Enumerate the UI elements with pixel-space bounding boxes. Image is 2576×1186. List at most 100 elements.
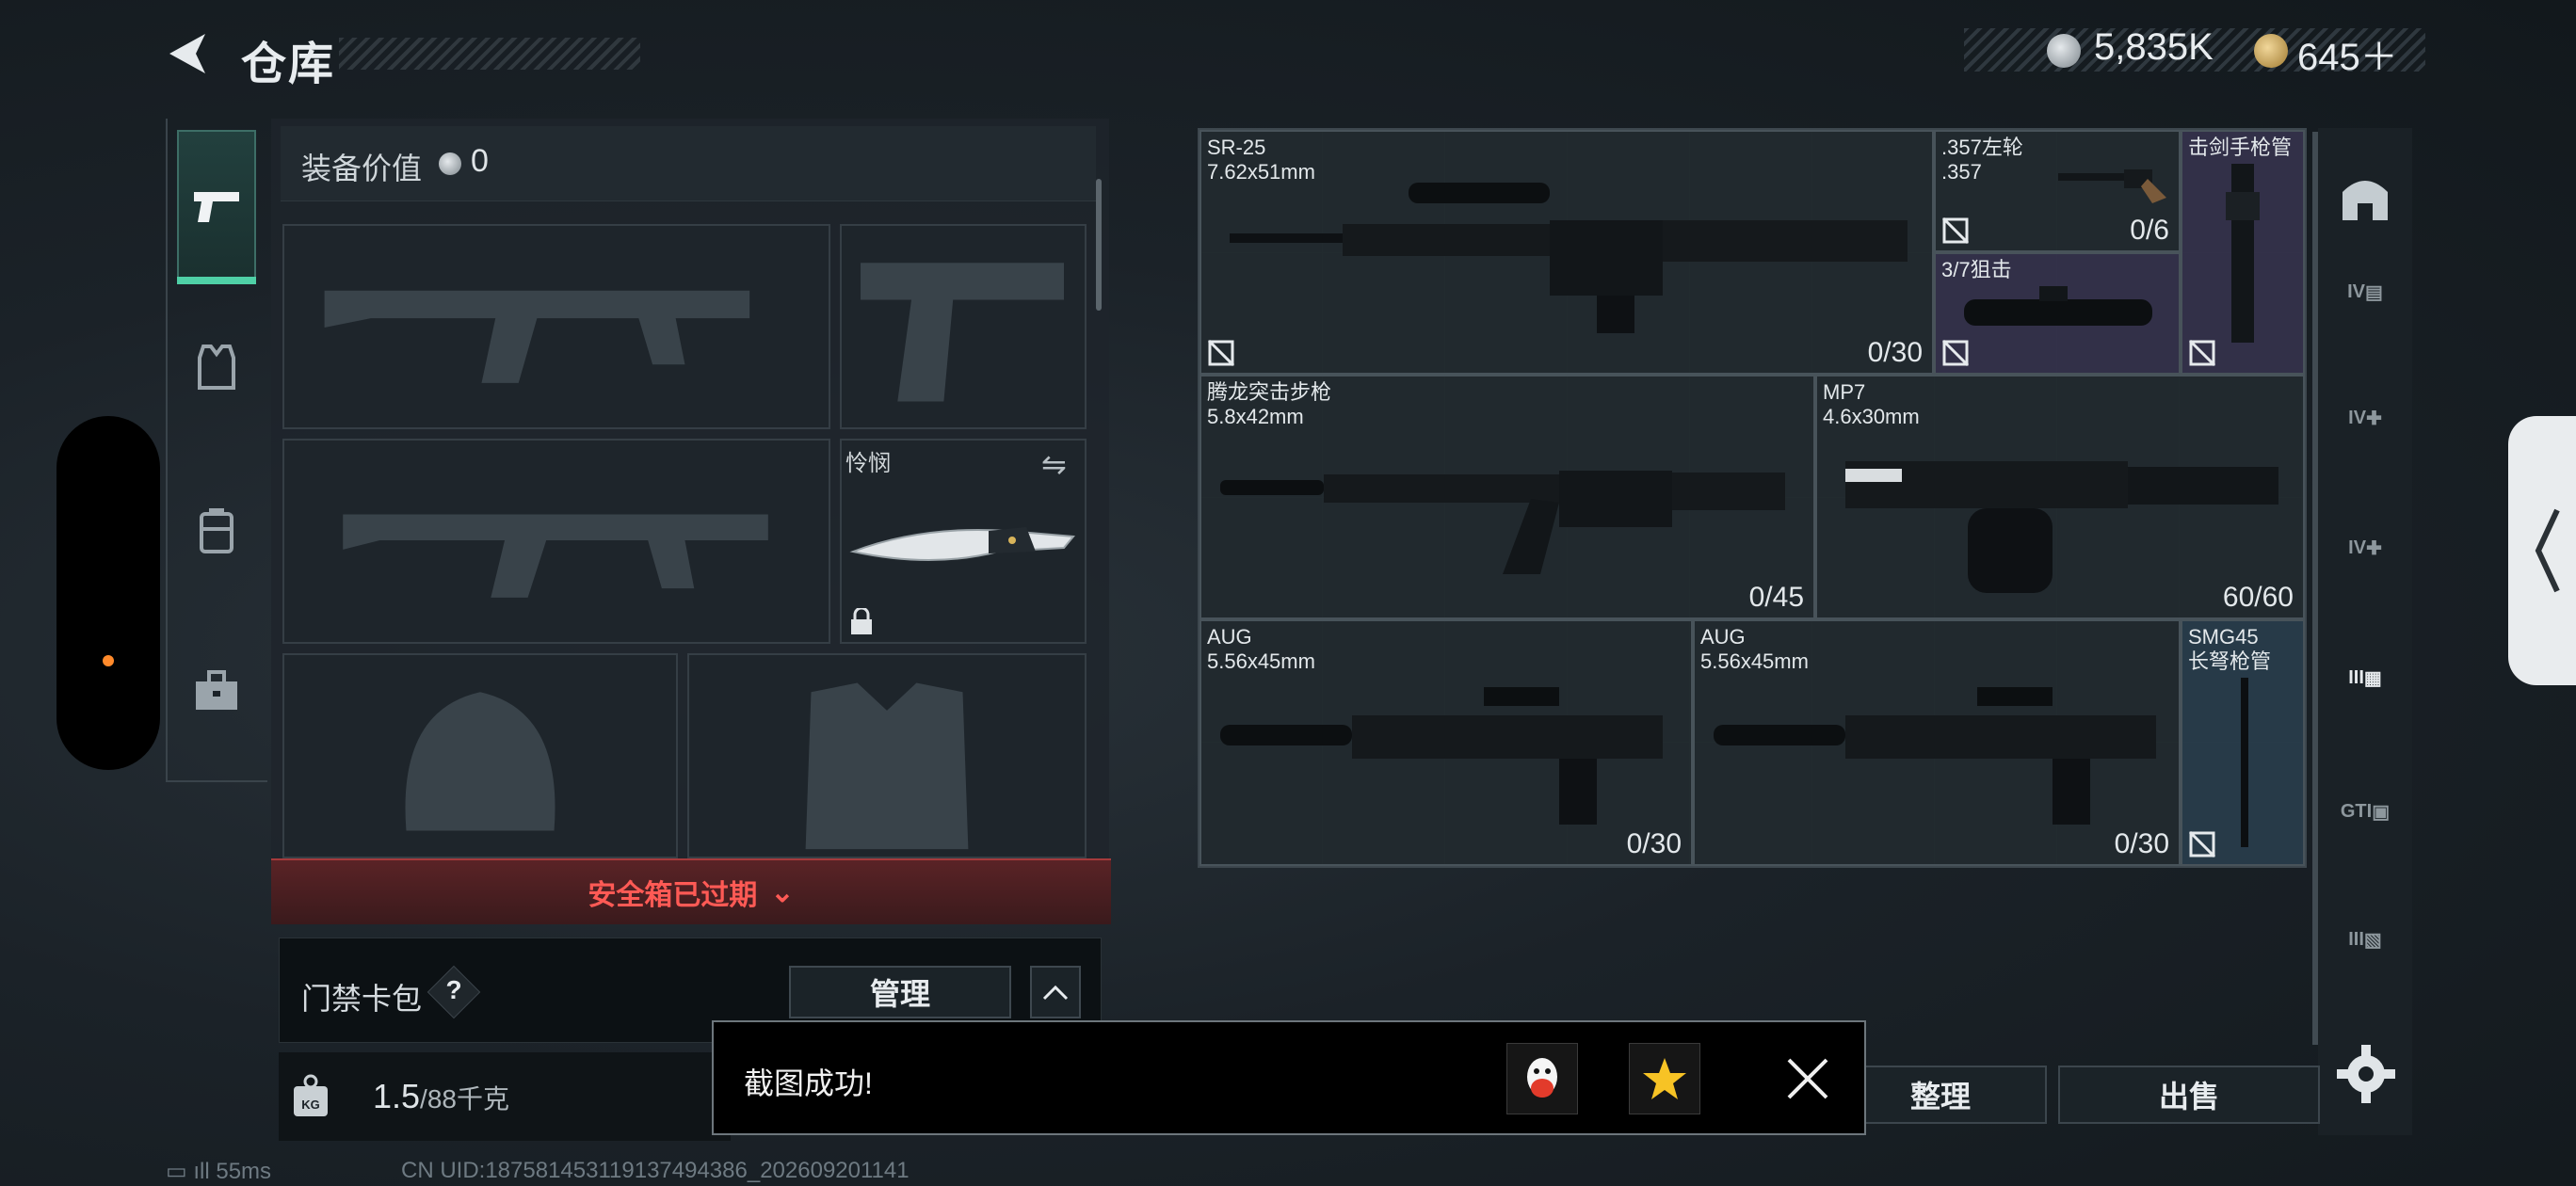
item-name: .357左轮 — [1941, 136, 2023, 159]
knife-icon — [849, 527, 1075, 561]
rifle-placeholder-icon — [324, 290, 750, 383]
share-qzone-button[interactable] — [1629, 1043, 1700, 1114]
side-drawer-tab[interactable] — [2508, 416, 2576, 685]
barrel-icon — [2226, 164, 2260, 343]
no-insure-icon — [1941, 339, 1970, 367]
silver-currency-value[interactable]: 5,835K — [2094, 26, 2214, 69]
chevron-down-icon: ⌄ — [770, 876, 795, 908]
stash-item-pistol-barrel[interactable]: 击剑手枪管 — [2181, 130, 2305, 375]
item-ammo: 0/30 — [1867, 337, 1923, 368]
item-name: AUG — [1700, 625, 1746, 649]
weight-max: /88千克 — [420, 1084, 509, 1114]
stash-item-tenglong[interactable]: 腾龙突击步枪 5.8x42mm 0/45 — [1199, 375, 1815, 619]
category-label: IV — [2348, 407, 2367, 428]
no-insure-icon — [2188, 339, 2216, 367]
stash-category-3[interactable]: IV ✚ — [2331, 514, 2399, 582]
no-insure-icon — [2188, 830, 2216, 858]
weight-icon: KG — [294, 1074, 328, 1116]
rifle-placeholder-icon — [343, 514, 768, 598]
armor-placeholder-icon — [805, 682, 969, 850]
settings-gear-icon[interactable] — [2335, 1043, 2397, 1105]
armor-slot[interactable] — [687, 653, 1087, 858]
vest-icon — [198, 345, 235, 390]
stash-category-all[interactable] — [2331, 166, 2399, 233]
ping-value: 55ms — [216, 1159, 272, 1184]
sidearm-slot[interactable] — [840, 224, 1087, 429]
pistol-placeholder-icon — [861, 263, 1064, 402]
stash-item-smg45-barrel[interactable]: SMG45 长弩枪管 — [2181, 619, 2305, 866]
expand-button[interactable] — [1030, 966, 1081, 1018]
stash-category-4[interactable]: III ▦ — [2331, 644, 2399, 712]
stash-category-2[interactable]: IV ✚ — [2331, 384, 2399, 452]
nav-item-backpack[interactable] — [177, 491, 256, 570]
bullpup-rifle-icon — [1714, 687, 2156, 825]
item-ammo: 0/30 — [1626, 828, 1682, 859]
stash-item-scope[interactable]: 3/7狙击 — [1934, 252, 2181, 375]
stash-category-1[interactable]: IV ▤ — [2331, 258, 2399, 326]
melee-name: 怜悯 — [845, 451, 891, 476]
silver-coin-icon — [439, 152, 461, 175]
item-ammo: 0/30 — [2114, 828, 2169, 859]
weight-value: 1.5/88千克 — [373, 1077, 509, 1116]
item-caliber: 5.8x42mm — [1207, 405, 1304, 428]
ping-readout: ▭ ıll 55ms — [166, 1159, 272, 1184]
category-label: III — [2348, 928, 2364, 950]
item-name: MP7 — [1823, 380, 1866, 404]
item-caliber: 长弩枪管 — [2188, 649, 2272, 673]
helmet-slot[interactable] — [282, 653, 678, 858]
svg-text:KG: KG — [301, 1098, 320, 1112]
title-stripe — [339, 38, 640, 70]
loadout-scrollbar[interactable] — [1096, 179, 1102, 311]
pistol-icon — [194, 192, 239, 222]
backpack-icon — [200, 508, 233, 553]
revolver-icon — [2058, 169, 2166, 203]
toast-message: 截图成功! — [744, 1066, 873, 1100]
stash-item-aug-2[interactable]: AUG 5.56x45mm 0/30 — [1693, 619, 2181, 866]
share-qq-button[interactable] — [1506, 1043, 1578, 1114]
nav-active-indicator — [177, 277, 256, 284]
nav-item-gear[interactable] — [177, 328, 256, 407]
manage-button[interactable]: 管理 — [789, 966, 1011, 1018]
toolbox-icon — [196, 670, 237, 710]
scope-icon — [1964, 286, 2152, 326]
category-label: IV — [2347, 280, 2365, 302]
no-insure-icon — [1941, 216, 1970, 245]
stash-item-aug-1[interactable]: AUG 5.56x45mm 0/30 — [1199, 619, 1693, 866]
nav-item-toolbox[interactable] — [177, 651, 256, 730]
floating-side-pill[interactable] — [56, 416, 160, 770]
swap-icon[interactable]: ⇋ — [1041, 446, 1067, 482]
back-arrow-icon[interactable] — [162, 28, 213, 79]
gold-currency-value[interactable]: 645＋ — [2297, 26, 2398, 81]
weight-current: 1.5 — [373, 1077, 421, 1115]
barrel-icon — [2241, 678, 2248, 847]
item-ammo: 60/60 — [2222, 582, 2294, 613]
chevron-left-icon — [2535, 508, 2560, 593]
close-icon[interactable] — [1781, 1052, 1834, 1105]
category-label: III — [2348, 666, 2364, 688]
stash-category-6[interactable]: III ▧ — [2331, 906, 2399, 973]
safebox-expired-banner[interactable]: 安全箱已过期 ⌄ — [271, 858, 1111, 924]
silver-coin-icon — [2047, 34, 2081, 68]
help-icon: ? — [445, 975, 462, 1004]
secondary-weapon-slot[interactable] — [282, 439, 830, 644]
item-name: 击剑手枪管 — [2188, 136, 2293, 159]
assault-rifle-icon — [1220, 471, 1785, 574]
smg-icon — [1845, 461, 2278, 593]
bullpup-rifle-icon — [1220, 687, 1663, 825]
sniper-rifle-icon — [1230, 183, 1908, 333]
item-ammo: 0/6 — [2130, 215, 2169, 246]
sell-button[interactable]: 出售 — [2058, 1066, 2320, 1124]
stash-item-mp7[interactable]: MP7 4.6x30mm 60/60 — [1815, 375, 2305, 619]
primary-weapon-slot[interactable] — [282, 224, 830, 429]
qq-icon — [1527, 1058, 1557, 1098]
item-ammo: 0/45 — [1748, 582, 1804, 613]
stash-item-sr25[interactable]: SR-25 7.62x51mm 0/30 — [1199, 130, 1934, 375]
stash-category-5[interactable]: GTI ▣ — [2331, 777, 2399, 845]
recording-dot — [103, 655, 114, 666]
item-name: 腾龙突击步枪 — [1207, 380, 1332, 404]
lock-icon — [851, 608, 872, 634]
stash-item-revolver[interactable]: .357左轮 .357 0/6 — [1934, 130, 2181, 252]
access-card-pack-label: 门禁卡包 — [301, 982, 423, 1016]
item-name: SMG45 — [2188, 625, 2259, 649]
item-name: 3/7狙击 — [1941, 258, 2012, 281]
